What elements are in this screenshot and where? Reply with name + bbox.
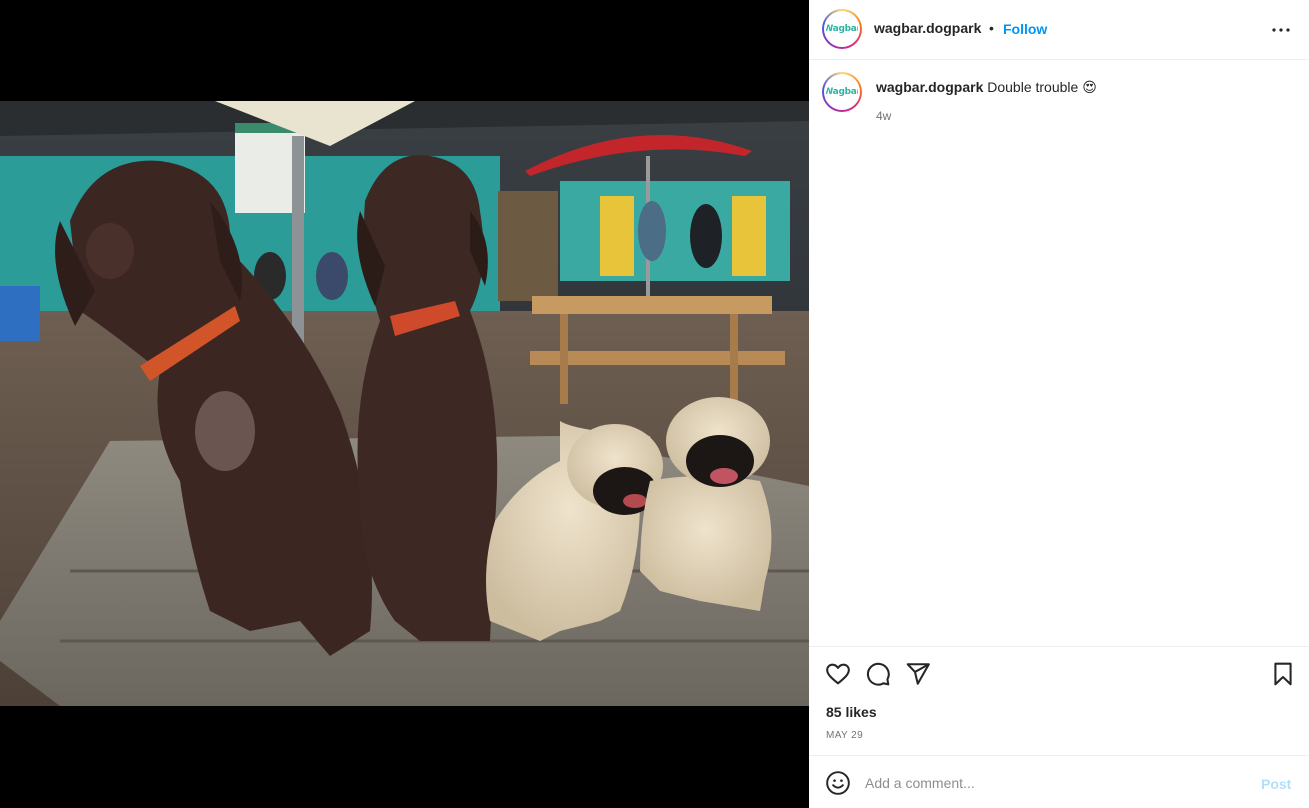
post-comment-button[interactable]: Post: [1261, 776, 1291, 792]
emoji-icon[interactable]: [825, 770, 851, 796]
heart-icon[interactable]: [825, 661, 851, 687]
avatar-logo-text: Wagbar: [824, 24, 860, 34]
caption-line: wagbar.dogpark Double trouble 😍: [876, 78, 1097, 96]
profile-avatar[interactable]: Wagbar: [822, 9, 862, 49]
comment-icon[interactable]: [865, 661, 891, 687]
caption-avatar[interactable]: Wagbar: [822, 72, 862, 112]
follow-button[interactable]: Follow: [1003, 21, 1047, 37]
post-media: [0, 0, 809, 808]
post-header: Wagbar wagbar.dogpark • Follow: [809, 0, 1309, 60]
caption-text: Double trouble 😍: [987, 79, 1097, 95]
header-username[interactable]: wagbar.dogpark: [874, 20, 981, 36]
likes-count[interactable]: 85 likes: [826, 704, 877, 720]
bookmark-icon[interactable]: [1270, 661, 1296, 687]
caption-timestamp[interactable]: 4w: [876, 109, 891, 123]
post-date[interactable]: MAY 29: [826, 730, 863, 741]
header-separator: •: [989, 20, 994, 36]
comment-input[interactable]: [865, 772, 1245, 794]
post-photo: [0, 101, 809, 706]
comment-bar: Post: [809, 755, 1309, 808]
share-icon[interactable]: [905, 661, 931, 687]
caption-avatar-logo-text: Wagbar: [824, 87, 860, 97]
post-details-panel: Wagbar wagbar.dogpark • Follow Wagbar wa…: [809, 0, 1309, 808]
caption-username[interactable]: wagbar.dogpark: [876, 79, 983, 95]
post-actions: 85 likes MAY 29: [809, 646, 1309, 754]
more-horizontal-icon[interactable]: [1269, 18, 1293, 42]
